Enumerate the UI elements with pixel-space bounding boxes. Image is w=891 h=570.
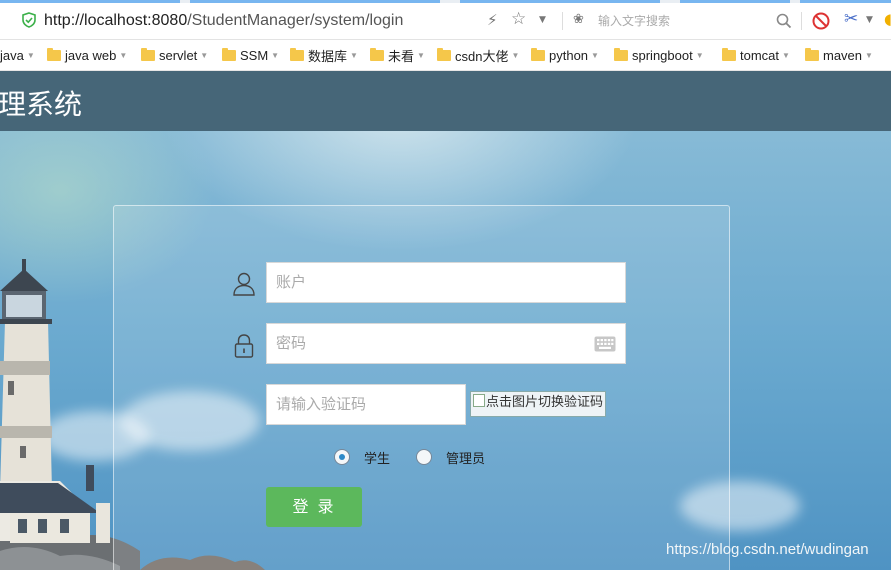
- broken-image-icon: [473, 394, 485, 407]
- search-input[interactable]: 输入文字搜索: [598, 12, 766, 29]
- bookmark-database[interactable]: 数据库 ▼: [290, 46, 358, 64]
- paw-search-engine-icon[interactable]: ❀: [573, 11, 584, 29]
- folder-icon: [722, 47, 736, 61]
- address-bar: http://localhost:8080/StudentManager/sys…: [0, 3, 891, 40]
- page-title: 理系统: [0, 88, 83, 121]
- role-admin-label: 管理员: [446, 452, 486, 467]
- bookmark-maven[interactable]: maven ▼: [805, 46, 873, 64]
- bookmark-csdn[interactable]: csdn大佬 ▼: [437, 46, 519, 64]
- folder-icon: [222, 47, 236, 61]
- folder-icon: [141, 47, 155, 61]
- folder-icon: [614, 47, 628, 61]
- folder-icon: [437, 47, 451, 61]
- password-input[interactable]: 密码: [266, 323, 626, 364]
- bookmark-springboot[interactable]: springboot ▼: [614, 46, 704, 64]
- divider: [562, 12, 563, 30]
- lock-icon: [234, 334, 254, 358]
- search-icon[interactable]: [776, 13, 792, 29]
- role-student-label: 学生: [364, 452, 391, 467]
- role-admin-radio[interactable]: [416, 449, 432, 465]
- bookmark-python[interactable]: python ▼: [531, 46, 599, 64]
- captcha-image[interactable]: 点击图片切换验证码: [470, 391, 607, 417]
- site-header: 理系统: [0, 71, 891, 131]
- bookmark-java-web[interactable]: java web ▼: [47, 46, 127, 64]
- bookmark-servlet[interactable]: servlet ▼: [141, 46, 208, 64]
- captcha-input[interactable]: 请输入验证码: [266, 384, 466, 425]
- url-path: /StudentManager/system/login: [187, 12, 404, 29]
- divider: [801, 12, 802, 30]
- folder-icon: [290, 47, 304, 61]
- secure-shield-icon: [22, 12, 36, 28]
- extension-icon[interactable]: ◖: [884, 10, 891, 28]
- login-page: 理系统 账户 密码 请输入验证码 点击图片切换验证码 学生 管理员 登 录 ht…: [0, 71, 891, 570]
- login-button[interactable]: 登 录: [266, 487, 362, 527]
- user-icon: [233, 272, 255, 296]
- captcha-alt-text: 点击图片切换验证码: [486, 395, 604, 410]
- account-input[interactable]: 账户: [266, 262, 626, 303]
- folder-icon: [531, 47, 545, 61]
- bookmark-unread[interactable]: 未看 ▼: [370, 46, 425, 64]
- watermark: https://blog.csdn.net/wudingan: [666, 541, 869, 558]
- chevron-down-icon[interactable]: ▼: [539, 11, 546, 29]
- star-icon[interactable]: ☆: [511, 10, 526, 28]
- url-host: http://localhost:8080: [44, 12, 188, 29]
- adblock-icon[interactable]: [812, 12, 830, 30]
- bookmarks-bar: java ▼ java web ▼ servlet ▼ SSM ▼ 数据库 ▼ 未看 ▼ c…: [0, 40, 891, 71]
- chevron-down-icon[interactable]: ▼: [866, 11, 873, 29]
- keyboard-icon[interactable]: [594, 336, 616, 352]
- folder-icon: [370, 47, 384, 61]
- bookmark-java[interactable]: java ▼: [0, 46, 35, 64]
- bookmark-ssm[interactable]: SSM ▼: [222, 46, 279, 64]
- bookmark-tomcat[interactable]: tomcat ▼: [722, 46, 790, 64]
- folder-icon: [805, 47, 819, 61]
- folder-icon: [47, 47, 61, 61]
- role-student-radio[interactable]: [334, 449, 350, 465]
- scissors-icon[interactable]: ✂: [844, 10, 858, 28]
- lightning-icon[interactable]: ⚡: [487, 11, 498, 29]
- url-field[interactable]: http://localhost:8080/StudentManager/sys…: [44, 12, 403, 30]
